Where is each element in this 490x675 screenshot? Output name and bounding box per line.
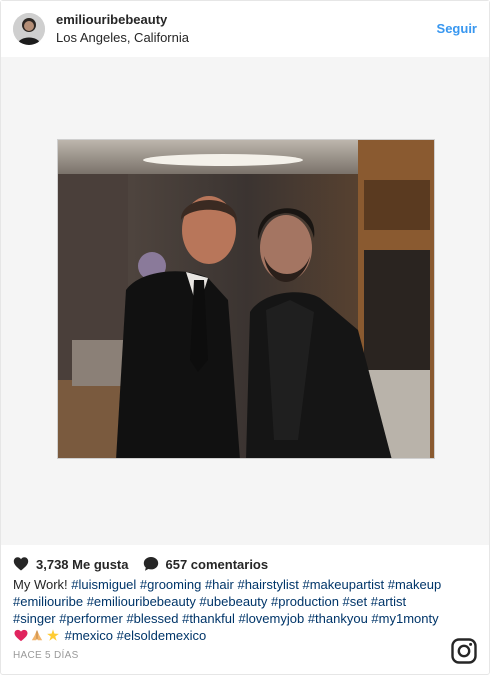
comment-bubble-icon[interactable] — [143, 556, 159, 572]
photo-illustration — [58, 140, 434, 458]
caption-hashtags-extra[interactable]: #mexico #elsoldemexico — [65, 628, 207, 643]
heart-icon[interactable] — [13, 556, 29, 572]
instagram-embed-card: emiliouribebeauty Los Angeles, Californi… — [0, 0, 490, 675]
praying-hands-emoji — [30, 629, 44, 646]
comments-count[interactable]: 657 comentarios — [166, 557, 269, 572]
post-timestamp[interactable]: HACE 5 DÍAS — [13, 650, 79, 661]
post-footer: 3,738 Me gusta 657 comentarios My Work! … — [1, 545, 489, 675]
caption-hashtags[interactable]: #luismiguel #grooming #hair #hairstylist… — [13, 577, 441, 626]
instagram-logo-icon[interactable] — [451, 638, 477, 664]
post-media-area — [1, 57, 489, 545]
likes-count[interactable]: 3,738 Me gusta — [36, 557, 129, 572]
username-link[interactable]: emiliouribebeauty — [56, 12, 167, 27]
follow-button[interactable]: Seguir — [437, 21, 477, 36]
caption-text: My Work! — [13, 577, 72, 592]
location-link[interactable]: Los Angeles, California — [56, 30, 189, 45]
engagement-stats: 3,738 Me gusta 657 comentarios — [13, 555, 282, 573]
red-heart-emoji — [14, 629, 28, 646]
post-photo[interactable] — [57, 139, 435, 459]
sparkle-star-emoji — [46, 629, 60, 646]
avatar-photo — [13, 13, 45, 45]
post-caption: My Work! #luismiguel #grooming #hair #ha… — [13, 576, 445, 646]
post-header: emiliouribebeauty Los Angeles, Californi… — [1, 1, 489, 57]
avatar[interactable] — [13, 13, 45, 45]
